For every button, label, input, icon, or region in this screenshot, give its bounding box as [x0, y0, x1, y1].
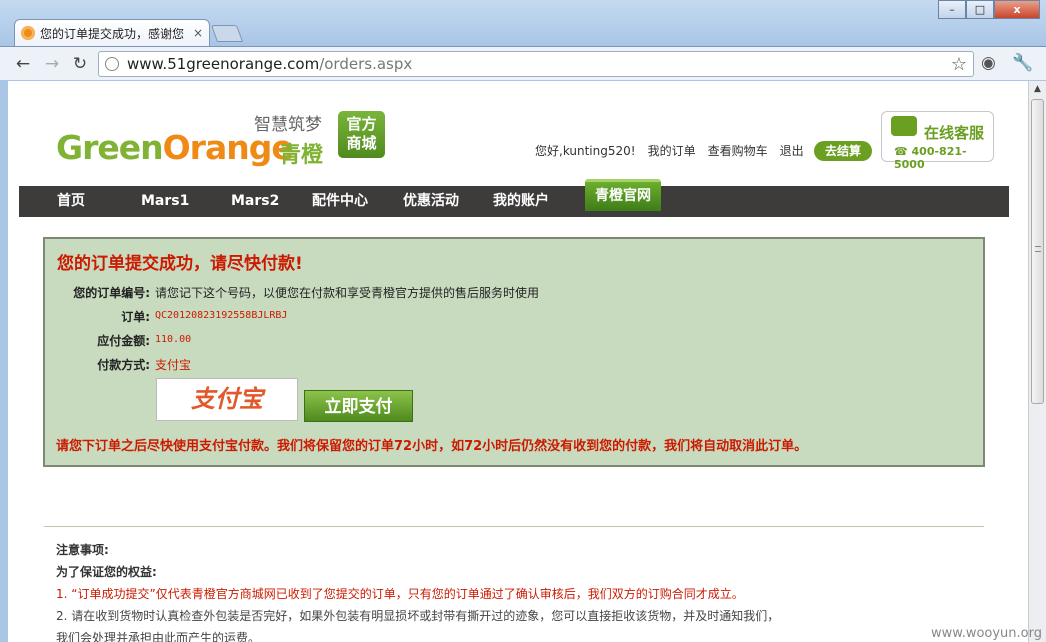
close-window-button[interactable]: x — [994, 0, 1040, 19]
minimize-button[interactable]: – — [938, 0, 966, 19]
pay-now-button[interactable]: 立即支付 — [304, 390, 413, 422]
nav-promotions[interactable]: 优惠活动 — [403, 186, 459, 217]
browser-tab-active[interactable]: 您的订单提交成功，感谢您 × — [14, 19, 210, 46]
back-arrow-icon[interactable]: ← — [12, 53, 34, 75]
checkout-button[interactable]: 去结算 — [814, 141, 872, 161]
url-path: /orders.aspx — [319, 55, 413, 73]
user-greeting: 您好,kunting520! — [535, 144, 636, 158]
mall-badge-line2: 商城 — [346, 134, 377, 152]
nav-my-account[interactable]: 我的账户 — [493, 186, 549, 217]
maximize-button[interactable]: □ — [966, 0, 994, 19]
payment-method-label: 付款方式: — [97, 358, 150, 372]
payment-warning: 请您下订单之后尽快使用支付宝付款。我们将保留您的订单72小时，如72小时后仍然没… — [56, 439, 808, 454]
order-id-label: 订单: — [121, 310, 150, 324]
chat-bubble-icon — [891, 116, 917, 136]
note-item-2: 2. 请在收到货物时认真检查外包装是否完好，如果外包装有明显损坏或封带有撕开过的… — [56, 609, 780, 623]
order-id-value: QC20120823192558BJLRBJ — [155, 310, 288, 321]
page-globe-icon — [105, 57, 119, 71]
scroll-up-arrow-icon[interactable]: ▲ — [1029, 81, 1046, 98]
notes-subtitle: 为了保证您的权益: — [56, 565, 157, 579]
logout-link[interactable]: 退出 — [780, 142, 804, 159]
order-success-panel: 您的订单提交成功，请尽快付款! 您的订单编号: 请您记下这个号码，以便您在付款和… — [43, 237, 985, 467]
tab-title: 您的订单提交成功，感谢您 — [40, 26, 185, 41]
extension-globe-icon[interactable]: ◉ — [981, 53, 996, 73]
scroll-grip-icon — [1035, 246, 1041, 252]
logo-chinese: 青橙 — [279, 143, 324, 168]
nav-official-site[interactable]: 青橙官网 — [585, 179, 661, 211]
order-success-title: 您的订单提交成功，请尽快付款! — [57, 254, 303, 274]
notes-title: 注意事项: — [56, 543, 109, 557]
logo-green-text: Green — [56, 128, 164, 167]
address-bar[interactable]: www.51greenorange.com /orders.aspx ☆ — [98, 51, 974, 77]
greenorange-logo[interactable]: GreenOrange — [56, 128, 294, 167]
order-number-label: 您的订单编号: — [73, 286, 150, 300]
service-phone-number: 400-821-5000 — [894, 145, 967, 171]
payment-method-value: 支付宝 — [155, 358, 192, 372]
browser-titlebar: 您的订单提交成功，感谢您 × – □ x — [0, 0, 1046, 46]
view-cart-link[interactable]: 查看购物车 — [708, 142, 768, 159]
service-title: 在线客服 — [924, 124, 985, 142]
wrench-menu-icon[interactable]: 🔧 — [1012, 53, 1033, 73]
section-divider — [44, 526, 984, 527]
mall-badge-line1: 官方 — [346, 115, 377, 133]
vertical-scrollbar[interactable]: ▲ — [1028, 81, 1046, 642]
nav-home[interactable]: 首页 — [57, 186, 85, 217]
user-links: 您好,kunting520! 我的订单 查看购物车 退出 — [535, 142, 804, 159]
service-phone: ☎ 400-821-5000 — [894, 145, 967, 171]
new-tab-button[interactable] — [210, 25, 244, 42]
my-orders-link[interactable]: 我的订单 — [648, 142, 696, 159]
browser-toolbar: ← → ↻ www.51greenorange.com /orders.aspx… — [0, 46, 1046, 80]
window-controls: – □ x — [938, 0, 1040, 19]
amount-label: 应付金额: — [97, 334, 150, 348]
note-item-1: 1. “订单成功提交”仅代表青橙官方商城网已收到了您提交的订单，只有您的订单通过… — [56, 587, 744, 601]
main-nav: 首页 Mars1 Mars2 配件中心 优惠活动 我的账户 青橙官网 — [19, 179, 1009, 217]
official-mall-badge: 官方 商城 — [338, 111, 385, 158]
alipay-logo[interactable]: 支付宝 — [156, 378, 298, 421]
watermark: www.wooyun.org — [930, 626, 1042, 641]
forward-arrow-icon[interactable]: → — [41, 53, 63, 75]
url-host: www.51greenorange.com — [127, 55, 320, 73]
online-service-box[interactable]: 在线客服 ☎ 400-821-5000 — [881, 111, 994, 171]
scroll-thumb[interactable] — [1031, 99, 1044, 404]
order-number-hint: 请您记下这个号码，以便您在付款和享受青橙官方提供的售后服务时使用 — [155, 286, 540, 300]
bookmark-star-icon[interactable]: ☆ — [951, 54, 967, 75]
nav-mars2[interactable]: Mars2 — [231, 186, 279, 217]
note-item-3: 我们会处理并承担由此而产生的运费。 — [56, 631, 261, 642]
orange-favicon-icon — [21, 26, 35, 40]
amount-value: 110.00 — [155, 334, 192, 345]
nav-accessories[interactable]: 配件中心 — [312, 186, 368, 217]
logo-orange-text: Orange — [162, 128, 294, 167]
reload-icon[interactable]: ↻ — [69, 53, 91, 75]
tab-close-icon[interactable]: × — [193, 26, 203, 40]
nav-mars1[interactable]: Mars1 — [141, 186, 189, 217]
